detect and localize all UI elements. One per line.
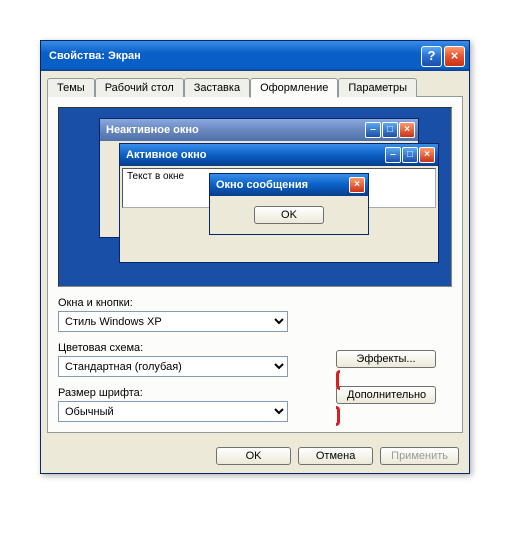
preview-active-titlebar: Активное окно – □ × — [120, 144, 438, 166]
preview-area: Неактивное окно – □ × Активное окно – □ … — [58, 107, 452, 287]
ok-button[interactable]: OK — [216, 447, 291, 465]
preview-message-body: OK — [210, 196, 368, 234]
tab-settings[interactable]: Параметры — [338, 78, 417, 97]
preview-ok-button: OK — [254, 206, 324, 224]
windows-buttons-select[interactable]: Стиль Windows XP — [58, 311, 288, 332]
controls-area: Окна и кнопки: Стиль Windows XP Цветовая… — [58, 297, 452, 422]
close-icon: × — [349, 177, 365, 193]
windows-buttons-row: Окна и кнопки: Стиль Windows XP — [58, 297, 452, 332]
maximize-icon: □ — [382, 122, 398, 138]
windows-buttons-label: Окна и кнопки: — [58, 297, 452, 309]
font-size-select[interactable]: Обычный — [58, 401, 288, 422]
tab-themes[interactable]: Темы — [47, 78, 95, 97]
tab-appearance[interactable]: Оформление — [250, 78, 338, 98]
preview-inactive-titlebar: Неактивное окно – □ × — [100, 119, 418, 141]
display-properties-dialog: Свойства: Экран ? × Темы Рабочий стол За… — [40, 40, 470, 474]
preview-inactive-title: Неактивное окно — [106, 124, 364, 136]
help-button[interactable]: ? — [421, 46, 442, 67]
advanced-highlight: Дополнительно — [336, 370, 436, 426]
apply-button[interactable]: Применить — [380, 447, 459, 465]
side-buttons: Эффекты... Дополнительно — [336, 350, 436, 422]
dialog-title: Свойства: Экран — [49, 50, 419, 62]
preview-message-box: Окно сообщения × OK — [209, 173, 369, 235]
preview-message-titlebar: Окно сообщения × — [210, 174, 368, 196]
cancel-button[interactable]: Отмена — [298, 447, 373, 465]
color-scheme-select[interactable]: Стандартная (голубая) — [58, 356, 288, 377]
preview-message-title: Окно сообщения — [216, 179, 348, 191]
close-icon: × — [399, 122, 415, 138]
maximize-icon: □ — [402, 147, 418, 163]
dialog-buttons-bar: OK Отмена Применить — [41, 439, 469, 473]
minimize-icon: – — [385, 147, 401, 163]
advanced-button[interactable]: Дополнительно — [336, 386, 436, 404]
close-icon: × — [419, 147, 435, 163]
close-button[interactable]: × — [444, 46, 465, 67]
tabs-bar: Темы Рабочий стол Заставка Оформление Па… — [41, 71, 469, 96]
minimize-icon: – — [365, 122, 381, 138]
preview-active-title: Активное окно — [126, 149, 384, 161]
tab-screensaver[interactable]: Заставка — [184, 78, 250, 97]
effects-button[interactable]: Эффекты... — [336, 350, 436, 368]
dialog-titlebar[interactable]: Свойства: Экран ? × — [41, 41, 469, 71]
tab-desktop[interactable]: Рабочий стол — [95, 78, 184, 97]
appearance-panel: Неактивное окно – □ × Активное окно – □ … — [47, 96, 463, 433]
